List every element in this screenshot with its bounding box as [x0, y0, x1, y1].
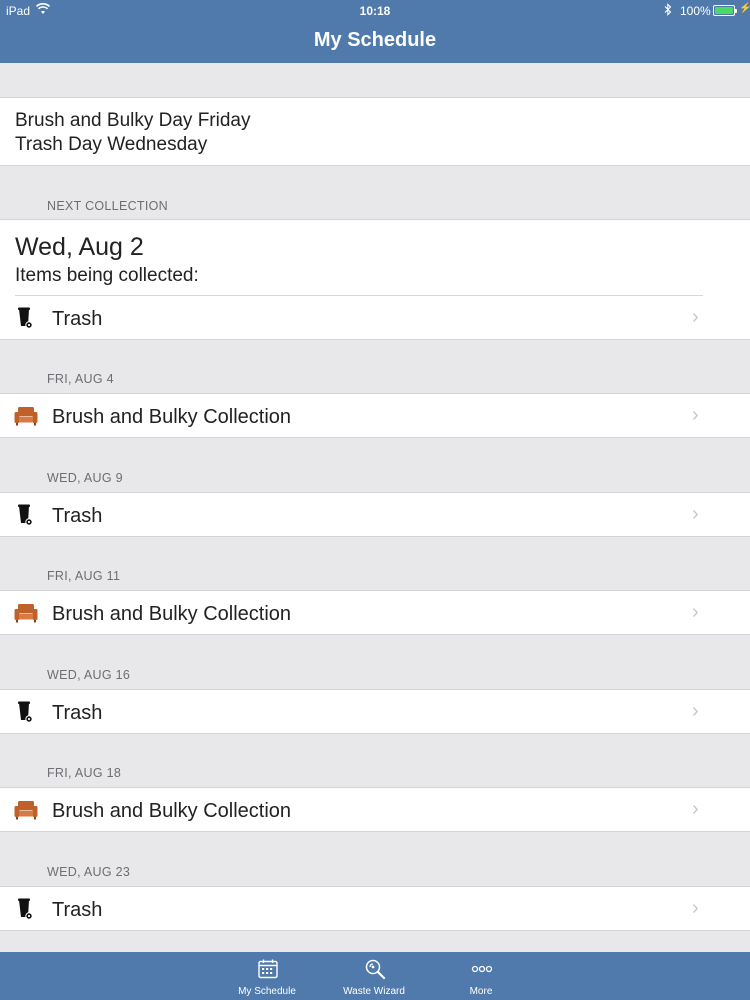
chevron-right-icon: › — [692, 601, 699, 623]
collection-date-header: WED, AUG 23 — [47, 865, 131, 879]
collection-type-label: Brush and Bulky Collection — [52, 800, 292, 822]
calendar-icon — [257, 958, 279, 980]
collection-type-label: Trash — [52, 505, 103, 527]
navigation-bar: iPad 10:18 100% ⚡ My Schedule — [0, 0, 750, 63]
items-collected-label: Items being collected: — [15, 265, 199, 286]
collection-date-header: WED, AUG 9 — [47, 471, 123, 485]
charging-icon: ⚡ — [739, 3, 750, 14]
next-collection-header: NEXT COLLECTION — [47, 199, 168, 213]
collection-type-label: Brush and Bulky Collection — [52, 603, 292, 625]
chevron-right-icon: › — [692, 503, 699, 525]
page-title: My Schedule — [313, 29, 437, 51]
magnifier-icon — [364, 958, 386, 980]
collection-row-content: Brush and Bulky Collection › — [0, 788, 750, 831]
battery-icon — [713, 5, 737, 16]
trash-can-icon — [18, 504, 36, 526]
chevron-right-icon: › — [692, 404, 699, 426]
item-label: Trash — [52, 308, 103, 330]
next-collection-card: Wed, Aug 2 Items being collected: Trash … — [0, 219, 750, 340]
sofa-icon — [14, 800, 38, 820]
trash-can-icon — [18, 898, 36, 920]
tab-label: My Schedule — [238, 986, 296, 997]
chevron-right-icon: › — [692, 700, 699, 722]
collection-row-content: Trash › — [0, 493, 750, 536]
next-collection-item[interactable]: Trash › — [0, 296, 750, 340]
tab-label: Waste Wizard — [343, 986, 405, 997]
battery-percent: 100% — [680, 4, 711, 18]
chevron-right-icon: › — [692, 798, 699, 820]
clock: 10:18 — [359, 4, 391, 18]
collection-row-content: Trash › — [0, 887, 750, 930]
tab-waste-wizard[interactable]: Waste Wizard — [329, 952, 419, 1000]
schedule-summary: Brush and Bulky Day Friday Trash Day Wed… — [0, 97, 750, 166]
status-bar: iPad 10:18 100% ⚡ — [0, 0, 750, 22]
collection-type-label: Trash — [52, 702, 103, 724]
chevron-right-icon: › — [692, 897, 699, 919]
sofa-icon — [14, 406, 38, 426]
summary-line-brush: Brush and Bulky Day Friday — [15, 110, 251, 131]
collection-row[interactable]: Brush and Bulky Collection › — [0, 393, 750, 438]
collection-row[interactable]: Trash › — [0, 492, 750, 537]
collection-row[interactable]: Brush and Bulky Collection › — [0, 787, 750, 832]
tab-more[interactable]: More — [436, 952, 526, 1000]
bluetooth-icon — [664, 3, 672, 19]
sofa-icon — [14, 603, 38, 623]
tab-label: More — [469, 986, 493, 997]
more-dots-icon — [471, 958, 493, 980]
collection-row[interactable]: Brush and Bulky Collection › — [0, 590, 750, 635]
collection-row-content: Brush and Bulky Collection › — [0, 591, 750, 634]
trash-can-icon — [18, 701, 36, 723]
tab-bar: My Schedule Waste Wizard More — [0, 952, 750, 1000]
collection-type-label: Brush and Bulky Collection — [52, 406, 292, 428]
tab-my-schedule[interactable]: My Schedule — [222, 952, 312, 1000]
summary-line-trash: Trash Day Wednesday — [15, 134, 208, 155]
collection-date-header: WED, AUG 16 — [47, 668, 131, 682]
collection-row[interactable]: Trash › — [0, 689, 750, 734]
collection-date-header: FRI, AUG 18 — [47, 766, 122, 780]
collection-date-header: FRI, AUG 11 — [47, 569, 121, 583]
collection-row-content: Brush and Bulky Collection › — [0, 394, 750, 437]
collection-type-label: Trash — [52, 899, 103, 921]
collection-row[interactable]: Trash › — [0, 886, 750, 931]
collection-date-header: FRI, AUG 4 — [47, 372, 114, 386]
trash-can-icon — [18, 307, 36, 329]
next-collection-date: Wed, Aug 2 — [15, 233, 144, 261]
collection-row-content: Trash › — [0, 690, 750, 733]
chevron-right-icon: › — [692, 306, 699, 328]
